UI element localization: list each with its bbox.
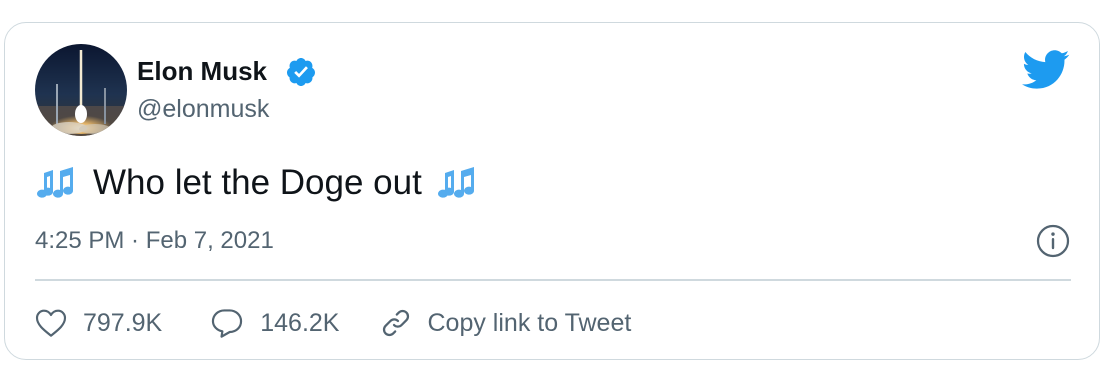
author-handle[interactable]: @elonmusk bbox=[137, 94, 269, 124]
tweet-body: Who let the Doge out bbox=[93, 163, 422, 202]
musical-notes-icon bbox=[437, 167, 474, 198]
verified-badge-icon bbox=[286, 58, 315, 86]
rocket-launch-avatar bbox=[35, 44, 127, 136]
tweet-timestamp[interactable]: 4:25 PM · Feb 7, 2021 bbox=[35, 225, 274, 257]
twitter-bird-icon[interactable] bbox=[1022, 50, 1070, 90]
info-icon[interactable] bbox=[1035, 223, 1071, 259]
musical-notes-icon bbox=[37, 167, 73, 198]
tweet-card[interactable]: Elon Musk @elonmusk Who let the Doge out… bbox=[4, 22, 1100, 360]
author-name[interactable]: Elon Musk bbox=[137, 56, 267, 86]
copy-link-button[interactable]: Copy link to Tweet bbox=[380, 307, 632, 339]
heart-icon bbox=[35, 309, 67, 337]
like-count: 797.9K bbox=[83, 308, 163, 337]
like-button[interactable]: 797.9K bbox=[35, 308, 162, 338]
reply-button[interactable]: 146.2K bbox=[210, 308, 340, 338]
tweet-actions: 797.9K 146.2K Copy link to Tweet bbox=[35, 303, 631, 343]
reply-count: 146.2K bbox=[260, 308, 340, 337]
tweet-text: Who let the Doge out bbox=[35, 161, 478, 205]
link-icon bbox=[382, 309, 409, 337]
author-avatar[interactable] bbox=[35, 44, 127, 136]
divider bbox=[35, 279, 1071, 281]
copy-link-label: Copy link to Tweet bbox=[427, 308, 632, 337]
speech-bubble-icon bbox=[212, 309, 243, 338]
